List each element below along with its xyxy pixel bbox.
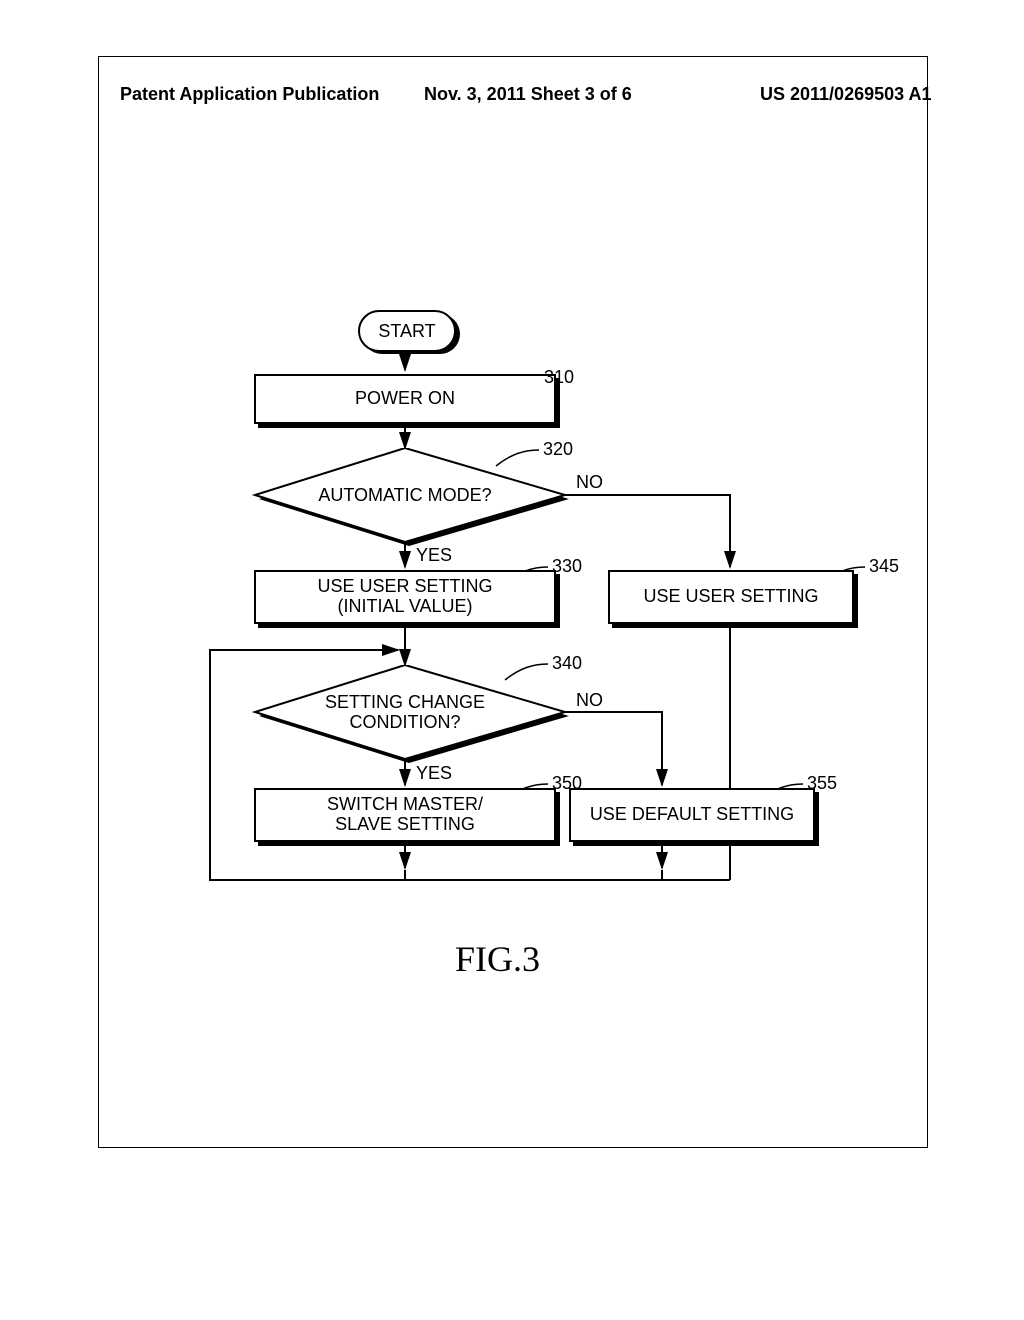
setting-change-l2: CONDITION?	[349, 712, 460, 732]
ref-310: 310	[544, 367, 574, 388]
auto-mode-label: AUTOMATIC MODE?	[318, 485, 491, 505]
flowchart-connectors	[0, 0, 1024, 1320]
ref-350: 350	[552, 773, 582, 794]
step-use-user-initial: USE USER SETTING (INITIAL VALUE)	[254, 570, 556, 624]
setting-change-l1: SETTING CHANGE	[325, 692, 485, 712]
ref-340: 340	[552, 653, 582, 674]
label-yes-340: YES	[416, 763, 452, 784]
step-power-on: POWER ON	[254, 374, 556, 424]
step-use-default: USE DEFAULT SETTING	[569, 788, 815, 842]
flow-start: START	[358, 310, 456, 352]
power-on-label: POWER ON	[355, 389, 455, 409]
ref-320: 320	[543, 439, 573, 460]
ref-330: 330	[552, 556, 582, 577]
use-user-setting-label: USE USER SETTING	[643, 587, 818, 607]
decision-auto-mode: AUTOMATIC MODE?	[250, 448, 560, 542]
decision-setting-change: SETTING CHANGE CONDITION?	[250, 665, 560, 759]
figure-label: FIG.3	[455, 938, 540, 980]
switch-l2: SLAVE SETTING	[335, 815, 475, 835]
label-yes-320: YES	[416, 545, 452, 566]
ref-355: 355	[807, 773, 837, 794]
step-use-user-setting: USE USER SETTING	[608, 570, 854, 624]
use-user-initial-l2: (INITIAL VALUE)	[337, 597, 472, 617]
ref-345: 345	[869, 556, 899, 577]
start-label: START	[378, 321, 435, 341]
switch-l1: SWITCH MASTER/	[327, 795, 483, 815]
label-no-340: NO	[576, 690, 603, 711]
use-default-label: USE DEFAULT SETTING	[590, 805, 794, 825]
use-user-initial-l1: USE USER SETTING	[317, 577, 492, 597]
label-no-320: NO	[576, 472, 603, 493]
step-switch-master-slave: SWITCH MASTER/ SLAVE SETTING	[254, 788, 556, 842]
